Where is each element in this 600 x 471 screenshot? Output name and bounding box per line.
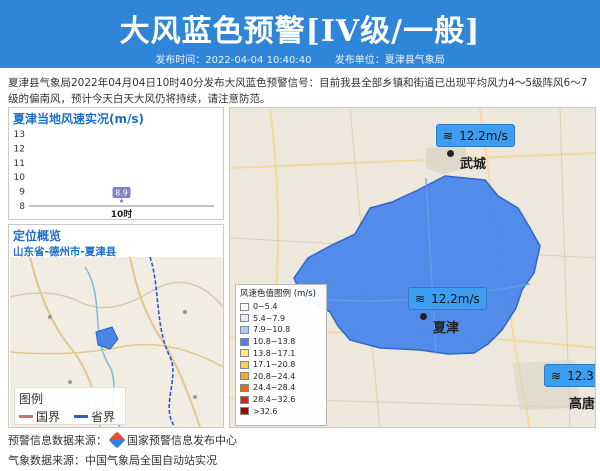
legend-row: >32.6: [240, 405, 322, 417]
legend-province-border: 省界: [91, 410, 116, 424]
publish-time: 发布时间：2022-04-04 10:40:40: [155, 55, 312, 66]
scale-legend-title: 风速色值图例 (m/s): [240, 289, 316, 299]
legend-row: 24.4~28.4: [240, 382, 322, 394]
legend-row: 17.1~20.8: [240, 359, 322, 371]
warning-map[interactable]: ≋ 12.2m/s 武城 ≋ 12.2m/s 夏津 ≋ 12.3 高唐 风速色值…: [229, 107, 596, 428]
legend-label: 7.9~10.8: [253, 325, 291, 335]
legend-row: 20.8~24.4: [240, 371, 322, 383]
wind-tag-speed: 12.2m/s: [431, 291, 480, 306]
city-label-wucheng: 武城: [460, 157, 487, 172]
legend-swatch: [240, 383, 249, 392]
legend-label: 20.8~24.4: [253, 371, 296, 381]
legend-row: 0~5.4: [240, 301, 322, 313]
legend-label: >32.6: [253, 406, 278, 416]
release-center-logo-icon: [108, 431, 126, 449]
legend-label: 17.1~20.8: [253, 360, 296, 370]
legend-row: 7.9~10.8: [240, 324, 322, 336]
wind-icon: ≋: [551, 368, 562, 383]
location-panel: 定位概览 山东省-德州市-夏津县 图例 国界 省界: [8, 224, 224, 428]
legend-title: 图例: [19, 392, 44, 406]
warning-title: 大风蓝色预警[IV级/一般]: [119, 14, 481, 49]
wind-speed-color-legend: 风速色值图例 (m/s) 0~5.4 5.4~7.9 7.9~10.8 10.8…: [235, 284, 327, 426]
legend-row: 28.4~32.6: [240, 394, 322, 406]
legend-swatch: [240, 360, 249, 369]
warning-description: 夏津县气象局2022年04月04日10时40分发布大风蓝色预警信号：目前我县全部…: [8, 77, 588, 105]
weather-source-line: 气象数据来源：中国气象局全国自动站实况: [8, 452, 217, 468]
national-border-swatch: [19, 415, 33, 418]
warning-banner: 大风蓝色预警[IV级/一般] 发布时间：2022-04-04 10:40:40 …: [0, 0, 600, 68]
y-tick-label: 12: [14, 144, 25, 154]
legend-row: 13.8~17.1: [240, 347, 322, 359]
wind-tag-gaotang[interactable]: ≋ 12.3: [544, 364, 595, 387]
city-label-gaotang: 高唐: [569, 397, 596, 412]
minimap-legend: 图例 国界 省界: [14, 387, 126, 425]
legend-swatch: [240, 302, 249, 311]
wind-icon: ≋: [415, 291, 426, 306]
legend-swatch: [240, 372, 249, 381]
y-tick-label: 11: [14, 159, 25, 169]
wind-tag-speed: 12.2m/s: [459, 128, 508, 143]
warning-meta: 发布时间：2022-04-04 10:40:40 发布单位：夏津县气象局: [0, 51, 600, 66]
legend-swatch: [240, 325, 249, 334]
data-point: [120, 199, 123, 203]
legend-label: 10.8~13.8: [253, 337, 296, 347]
x-tick-label: 10时: [111, 208, 133, 220]
warning-source-line: 预警信息数据来源： 国家预警信息发布中心: [8, 431, 237, 449]
y-tick-label: 10: [14, 173, 26, 183]
location-title: 定位概览: [13, 229, 62, 243]
city-marker-xiajin: [420, 313, 427, 320]
data-label: 8.9: [115, 189, 128, 198]
legend-swatch: [240, 314, 249, 323]
city-label-xiajin: 夏津: [433, 321, 460, 336]
wind-tag-speed: 12.3: [567, 368, 594, 383]
wind-speed-chart: 8 9 10 11 12 13 10时 8.9: [14, 130, 214, 220]
city-marker-wucheng: [447, 150, 454, 157]
legend-swatch: [240, 337, 249, 346]
legend-items: 国界 省界: [19, 408, 121, 425]
legend-label: 24.4~28.4: [253, 383, 296, 393]
overview-minimap[interactable]: 图例 国界 省界: [10, 257, 223, 427]
y-tick-label: 9: [19, 188, 25, 198]
y-tick-label: 8: [19, 202, 25, 212]
legend-swatch: [240, 407, 249, 416]
legend-swatch: [240, 349, 249, 358]
legend-row: 5.4~7.9: [240, 313, 322, 325]
y-tick-label: 13: [14, 130, 25, 140]
legend-label: 13.8~17.1: [253, 348, 296, 358]
wind-tag-wucheng[interactable]: ≋ 12.2m/s: [436, 124, 515, 147]
wind-icon: ≋: [443, 128, 454, 143]
wind-tag-xiajin[interactable]: ≋ 12.2m/s: [408, 287, 487, 310]
weather-source-label: 气象数据来源：中国气象局全国自动站实况: [8, 454, 217, 467]
warning-source-label: 预警信息数据来源：: [8, 434, 107, 447]
wind-panel-title: 夏津当地风速实况(m/s): [13, 112, 144, 126]
wind-speed-panel: 夏津当地风速实况(m/s) 8 9 10 11 12 13 10时 8.9: [8, 107, 224, 220]
legend-swatch: [240, 395, 249, 404]
publisher: 发布单位：夏津县气象局: [334, 55, 445, 66]
legend-label: 5.4~7.9: [253, 313, 286, 323]
legend-row: 10.8~13.8: [240, 336, 322, 348]
legend-label: 0~5.4: [253, 302, 278, 312]
legend-label: 28.4~32.6: [253, 395, 296, 405]
warning-source-name[interactable]: 国家预警信息发布中心: [127, 432, 237, 448]
province-border-swatch: [74, 415, 89, 418]
legend-national-border: 国界: [36, 410, 61, 424]
